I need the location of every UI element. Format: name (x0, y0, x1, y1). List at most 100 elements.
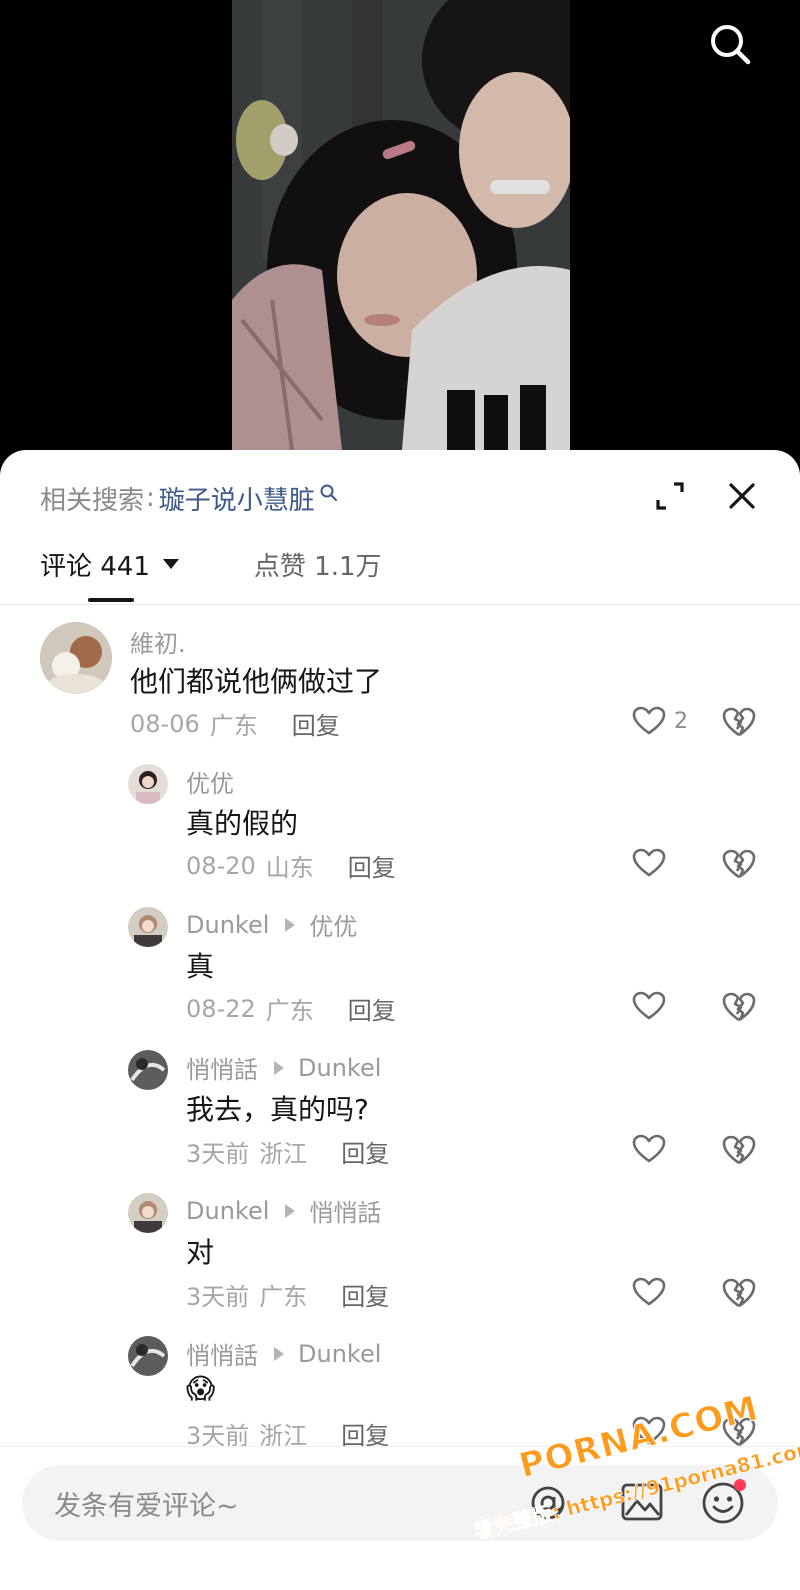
related-search-colon: : (146, 483, 155, 513)
username[interactable]: Dunkel (186, 1197, 269, 1225)
comment-input[interactable]: 发条有爱评论~ (22, 1465, 778, 1541)
username[interactable]: Dunkel (186, 911, 269, 939)
like-button[interactable] (632, 991, 674, 1021)
dislike-button[interactable] (722, 991, 756, 1023)
broken-heart-icon (722, 849, 756, 879)
tab-comments[interactable]: 评论 441 (40, 546, 180, 583)
close-button[interactable] (726, 480, 758, 512)
reply-to-username[interactable]: 悄悄話 (309, 1193, 381, 1228)
heart-icon (632, 1416, 666, 1445)
expand-icon (656, 482, 684, 510)
avatar-image (128, 1050, 168, 1090)
comment-text: 真 (186, 950, 215, 983)
emoji-button[interactable] (700, 1477, 750, 1527)
reply-item: Dunkel 悄悄話 对 3天前 广东 回复 (0, 1185, 800, 1311)
reply-item: 悄悄話 Dunkel 我去，真的吗? 3天前 浙江 回复 (0, 1042, 800, 1168)
broken-heart-icon (722, 1278, 756, 1308)
active-tab-indicator (88, 598, 134, 602)
comment-location: 山东 (265, 854, 314, 882)
comment-header: 悄悄話 Dunkel (186, 1050, 381, 1085)
avatar[interactable] (128, 1050, 168, 1090)
video-still (232, 0, 570, 450)
like-button[interactable] (632, 1416, 674, 1446)
reply-to-username[interactable]: 优优 (309, 907, 357, 942)
comment-location: 浙江 (259, 1140, 308, 1168)
reply-button[interactable]: 回复 (348, 848, 396, 883)
dislike-button[interactable] (722, 1416, 756, 1448)
like-button[interactable] (632, 1277, 674, 1307)
broken-heart-icon (722, 992, 756, 1022)
reply-to-arrow-icon (285, 917, 296, 932)
avatar[interactable] (128, 907, 168, 947)
avatar-image (128, 1193, 168, 1233)
reply-to-username[interactable]: Dunkel (298, 1054, 381, 1082)
at-icon (531, 1486, 565, 1520)
avatar[interactable] (40, 622, 112, 694)
divider (0, 604, 800, 605)
caret-down-icon (162, 559, 179, 569)
like-button[interactable] (632, 848, 674, 878)
related-search-query[interactable]: 璇子说小慧脏 (159, 480, 315, 517)
close-icon (729, 483, 755, 509)
username[interactable]: 悄悄話 (186, 1050, 258, 1085)
reply-button[interactable]: 回复 (341, 1277, 389, 1312)
reply-to-username[interactable]: Dunkel (298, 1340, 381, 1368)
comment-input-placeholder: 发条有爱评论~ (54, 1490, 239, 1522)
emoji-icon (702, 1479, 746, 1524)
like-count: 2 (674, 708, 688, 734)
comment-header: 优优 (186, 764, 234, 799)
comment-info: 08-20 山东 回复 (186, 848, 396, 883)
image-button[interactable] (620, 1481, 664, 1523)
tab-comments-label: 评论 441 (40, 551, 150, 582)
comment-text: 😱 (186, 1372, 216, 1405)
avatar-image (128, 1336, 168, 1376)
comment-text: 我去，真的吗? (186, 1093, 369, 1126)
comment-item: 維初. 他们都说他俩做过了 08-06 广东 回复 2 (0, 620, 800, 740)
comment-header: Dunkel 优优 (186, 907, 357, 942)
reply-to-arrow-icon (274, 1060, 284, 1075)
mention-button[interactable] (528, 1483, 568, 1523)
related-search[interactable]: 相关搜索 : 璇子说小慧脏 (40, 474, 339, 522)
comment-input-bar: 发条有爱评论~ (0, 1446, 800, 1590)
like-button[interactable] (632, 1134, 674, 1164)
dislike-button[interactable] (722, 848, 756, 880)
comment-date: 3天前 (186, 1283, 250, 1311)
username[interactable]: 維初. (130, 624, 186, 659)
broken-heart-icon (722, 1135, 756, 1165)
notification-dot (734, 1479, 746, 1491)
comment-location: 广东 (265, 997, 314, 1025)
avatar-image (40, 622, 112, 694)
comment-header: Dunkel 悄悄話 (186, 1193, 381, 1228)
search-button[interactable] (706, 20, 754, 68)
avatar-image (128, 764, 168, 804)
comment-text: 真的假的 (186, 807, 299, 840)
comment-info: 3天前 浙江 回复 (186, 1134, 389, 1169)
comment-location: 广东 (209, 712, 258, 740)
image-icon (621, 1483, 663, 1521)
comment-text: 他们都说他俩做过了 (130, 665, 383, 698)
dislike-button[interactable] (722, 706, 756, 738)
reply-button[interactable]: 回复 (341, 1134, 389, 1169)
comment-header: 維初. (130, 624, 186, 659)
tab-likes[interactable]: 点赞 1.1万 (254, 546, 382, 583)
heart-icon (632, 706, 666, 735)
reply-item: Dunkel 优优 真 08-22 广东 回复 (0, 899, 800, 1025)
expand-button[interactable] (652, 478, 688, 514)
avatar[interactable] (128, 1193, 168, 1233)
dislike-button[interactable] (722, 1277, 756, 1309)
reply-item: 优优 真的假的 08-20 山东 回复 (0, 756, 800, 882)
dislike-button[interactable] (722, 1134, 756, 1166)
username[interactable]: 悄悄話 (186, 1336, 258, 1371)
reply-button[interactable]: 回复 (348, 991, 396, 1026)
reply-button[interactable]: 回复 (292, 706, 340, 741)
heart-icon (632, 991, 666, 1020)
comments-sheet: 相关搜索 : 璇子说小慧脏 评论 441 点赞 1.1万 維初. 他们都说他俩做… (0, 450, 800, 1590)
video-player[interactable] (0, 0, 800, 470)
reply-to-arrow-icon (274, 1346, 284, 1361)
username[interactable]: 优优 (186, 764, 234, 799)
comment-date: 08-06 (130, 709, 200, 738)
comment-location: 广东 (259, 1283, 308, 1311)
like-button[interactable]: 2 (632, 706, 688, 736)
avatar[interactable] (128, 764, 168, 804)
avatar[interactable] (128, 1336, 168, 1376)
